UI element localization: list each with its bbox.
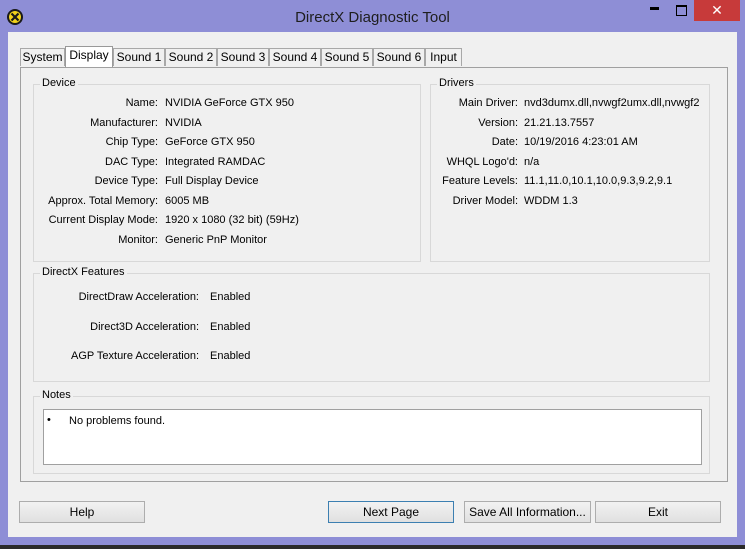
feature-label: AGP Texture Acceleration: [71, 350, 199, 362]
minimize-button[interactable] [641, 0, 668, 21]
note-text: No problems found. [69, 415, 165, 427]
tab-system[interactable]: System [20, 48, 65, 66]
maximize-icon [676, 5, 687, 16]
next-page-button[interactable]: Next Page [328, 501, 454, 523]
driver-value: 10/19/2016 4:23:01 AM [524, 136, 638, 148]
feature-label: Direct3D Acceleration: [90, 321, 199, 333]
device-label: Monitor: [118, 234, 158, 246]
device-value: 1920 x 1080 (32 bit) (59Hz) [165, 214, 299, 226]
features-group-title: DirectX Features [40, 266, 127, 278]
minimize-icon [650, 7, 659, 10]
drivers-group-title: Drivers [437, 77, 476, 89]
close-button[interactable]: ✕ [694, 0, 740, 21]
driver-value: 11.1,11.0,10.1,10.0,9.3,9.2,9.1 [524, 175, 673, 187]
help-button[interactable]: Help [19, 501, 145, 523]
exit-button[interactable]: Exit [595, 501, 721, 523]
driver-value: 21.21.13.7557 [524, 117, 595, 129]
device-group: Device Name: NVIDIA GeForce GTX 950 Manu… [33, 77, 421, 262]
tab-sound-2[interactable]: Sound 2 [165, 48, 217, 66]
dxdiag-window: DirectX Diagnostic Tool ✕ System Display… [0, 0, 745, 545]
feature-label: DirectDraw Acceleration: [78, 291, 199, 303]
notes-group: Notes • No problems found. [33, 389, 710, 474]
tab-sound-1[interactable]: Sound 1 [113, 48, 165, 66]
driver-value: n/a [524, 156, 540, 168]
device-value: Full Display Device [165, 175, 259, 187]
driver-label: Feature Levels: [442, 175, 518, 187]
title-bar[interactable]: DirectX Diagnostic Tool ✕ [0, 0, 745, 33]
driver-label: Driver Model: [452, 195, 518, 207]
save-all-information-button[interactable]: Save All Information... [464, 501, 591, 523]
tab-sound-4[interactable]: Sound 4 [269, 48, 321, 66]
window-title: DirectX Diagnostic Tool [295, 9, 450, 26]
notes-textbox[interactable]: • No problems found. [43, 409, 702, 465]
close-icon: ✕ [711, 2, 723, 18]
feature-value: Enabled [210, 350, 251, 362]
device-label: Current Display Mode: [48, 214, 158, 226]
display-tab-panel: Device Name: NVIDIA GeForce GTX 950 Manu… [20, 67, 728, 482]
note-bullet: • [47, 414, 51, 426]
tab-display[interactable]: Display [65, 46, 113, 67]
device-label: Device Type: [94, 175, 158, 187]
notes-group-title: Notes [40, 389, 73, 401]
device-value: GeForce GTX 950 [165, 136, 255, 148]
driver-label: Main Driver: [458, 97, 518, 109]
device-label: Approx. Total Memory: [48, 195, 158, 207]
driver-value: WDDM 1.3 [524, 195, 578, 207]
tab-input[interactable]: Input [425, 48, 462, 66]
feature-value: Enabled [210, 321, 251, 333]
tab-sound-3[interactable]: Sound 3 [217, 48, 269, 66]
device-label: DAC Type: [105, 156, 158, 168]
device-value: Generic PnP Monitor [165, 234, 267, 246]
directx-features-group: DirectX Features DirectDraw Acceleration… [33, 266, 710, 382]
feature-value: Enabled [210, 291, 251, 303]
client-area: System Display Sound 1 Sound 2 Sound 3 S… [8, 32, 737, 537]
drivers-group: Drivers Main Driver: nvd3dumx.dll,nvwgf2… [430, 77, 710, 262]
driver-label: Date: [491, 136, 518, 148]
device-group-title: Device [40, 77, 78, 89]
device-value: 6005 MB [165, 195, 210, 207]
device-label: Chip Type: [105, 136, 158, 148]
driver-value: nvd3dumx.dll,nvwgf2umx.dll,nvwgf2 [524, 97, 700, 109]
device-value: NVIDIA GeForce GTX 950 [165, 97, 294, 109]
maximize-button[interactable] [668, 0, 694, 21]
device-label: Manufacturer: [90, 117, 158, 129]
device-label: Name: [125, 97, 158, 109]
driver-label: Version: [478, 117, 518, 129]
driver-label: WHQL Logo'd: [446, 156, 518, 168]
tab-sound-5[interactable]: Sound 5 [321, 48, 373, 66]
device-value: NVIDIA [165, 117, 202, 129]
tab-sound-6[interactable]: Sound 6 [373, 48, 425, 66]
device-value: Integrated RAMDAC [165, 156, 266, 168]
